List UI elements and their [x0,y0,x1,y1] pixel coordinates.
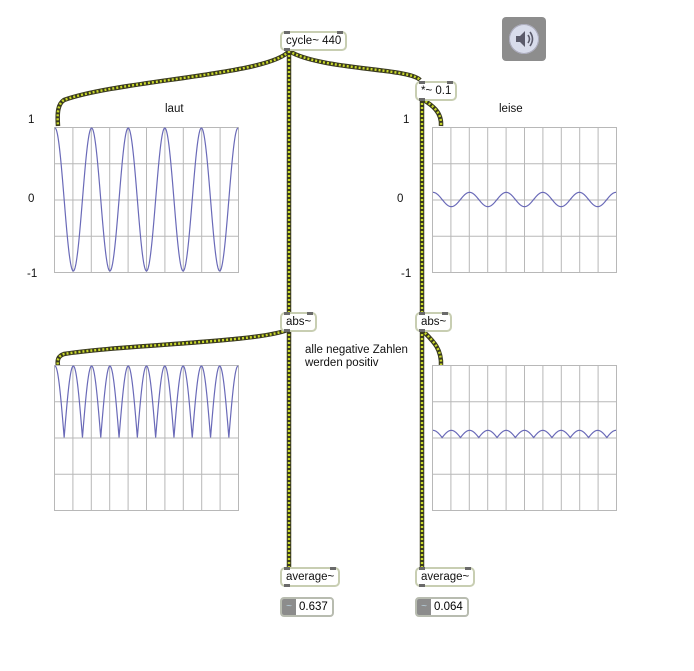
multiply-object-label: *~ 0.1 [421,85,452,97]
signal-arrow-icon: ~ [282,599,296,615]
axis-bottom-left: -1 [27,268,38,280]
number-box-left[interactable]: ~0.637 [280,597,334,617]
cord-cycle-to-multiply[interactable] [287,49,422,82]
cycle-object-label: cycle~ 440 [286,35,342,47]
number-box-right-value: 0.064 [434,601,463,613]
axis-bottom-right: -1 [401,268,412,280]
axis-mid-left: 0 [28,193,35,205]
average-right-label: average~ [421,571,470,583]
scope-bottom-right[interactable] [432,365,617,511]
patch-canvas [54,49,617,567]
cord-abs-left-to-scope[interactable] [55,327,288,367]
axis-top-left: 1 [28,114,35,126]
cycle-object[interactable]: cycle~ 440 [280,31,348,51]
label-leise: leise [499,103,523,115]
abs-object-left[interactable]: abs~ [280,312,318,332]
axis-mid-right: 0 [397,193,404,205]
speaker-icon [509,24,539,54]
axis-top-right: 1 [403,114,410,126]
scopes [54,127,617,511]
abs-object-right[interactable]: abs~ [415,312,453,332]
average-object-right[interactable]: average~ [415,567,476,587]
label-laut: laut [165,103,184,115]
average-left-label: average~ [286,571,335,583]
average-object-left[interactable]: average~ [280,567,341,587]
comment-abs: alle negative Zahlen werden positiv [305,344,408,369]
scope-bottom-left[interactable] [54,365,239,511]
number-box-right[interactable]: ~0.064 [415,597,469,617]
abs-left-label: abs~ [286,316,312,328]
multiply-object[interactable]: *~ 0.1 [415,81,458,101]
abs-right-label: abs~ [421,316,447,328]
signal-arrow-icon: ~ [417,599,431,615]
dac-speaker-button[interactable] [502,17,546,61]
number-box-left-value: 0.637 [299,601,328,613]
scope-top-left[interactable] [54,127,239,273]
scope-top-right[interactable] [432,127,617,273]
